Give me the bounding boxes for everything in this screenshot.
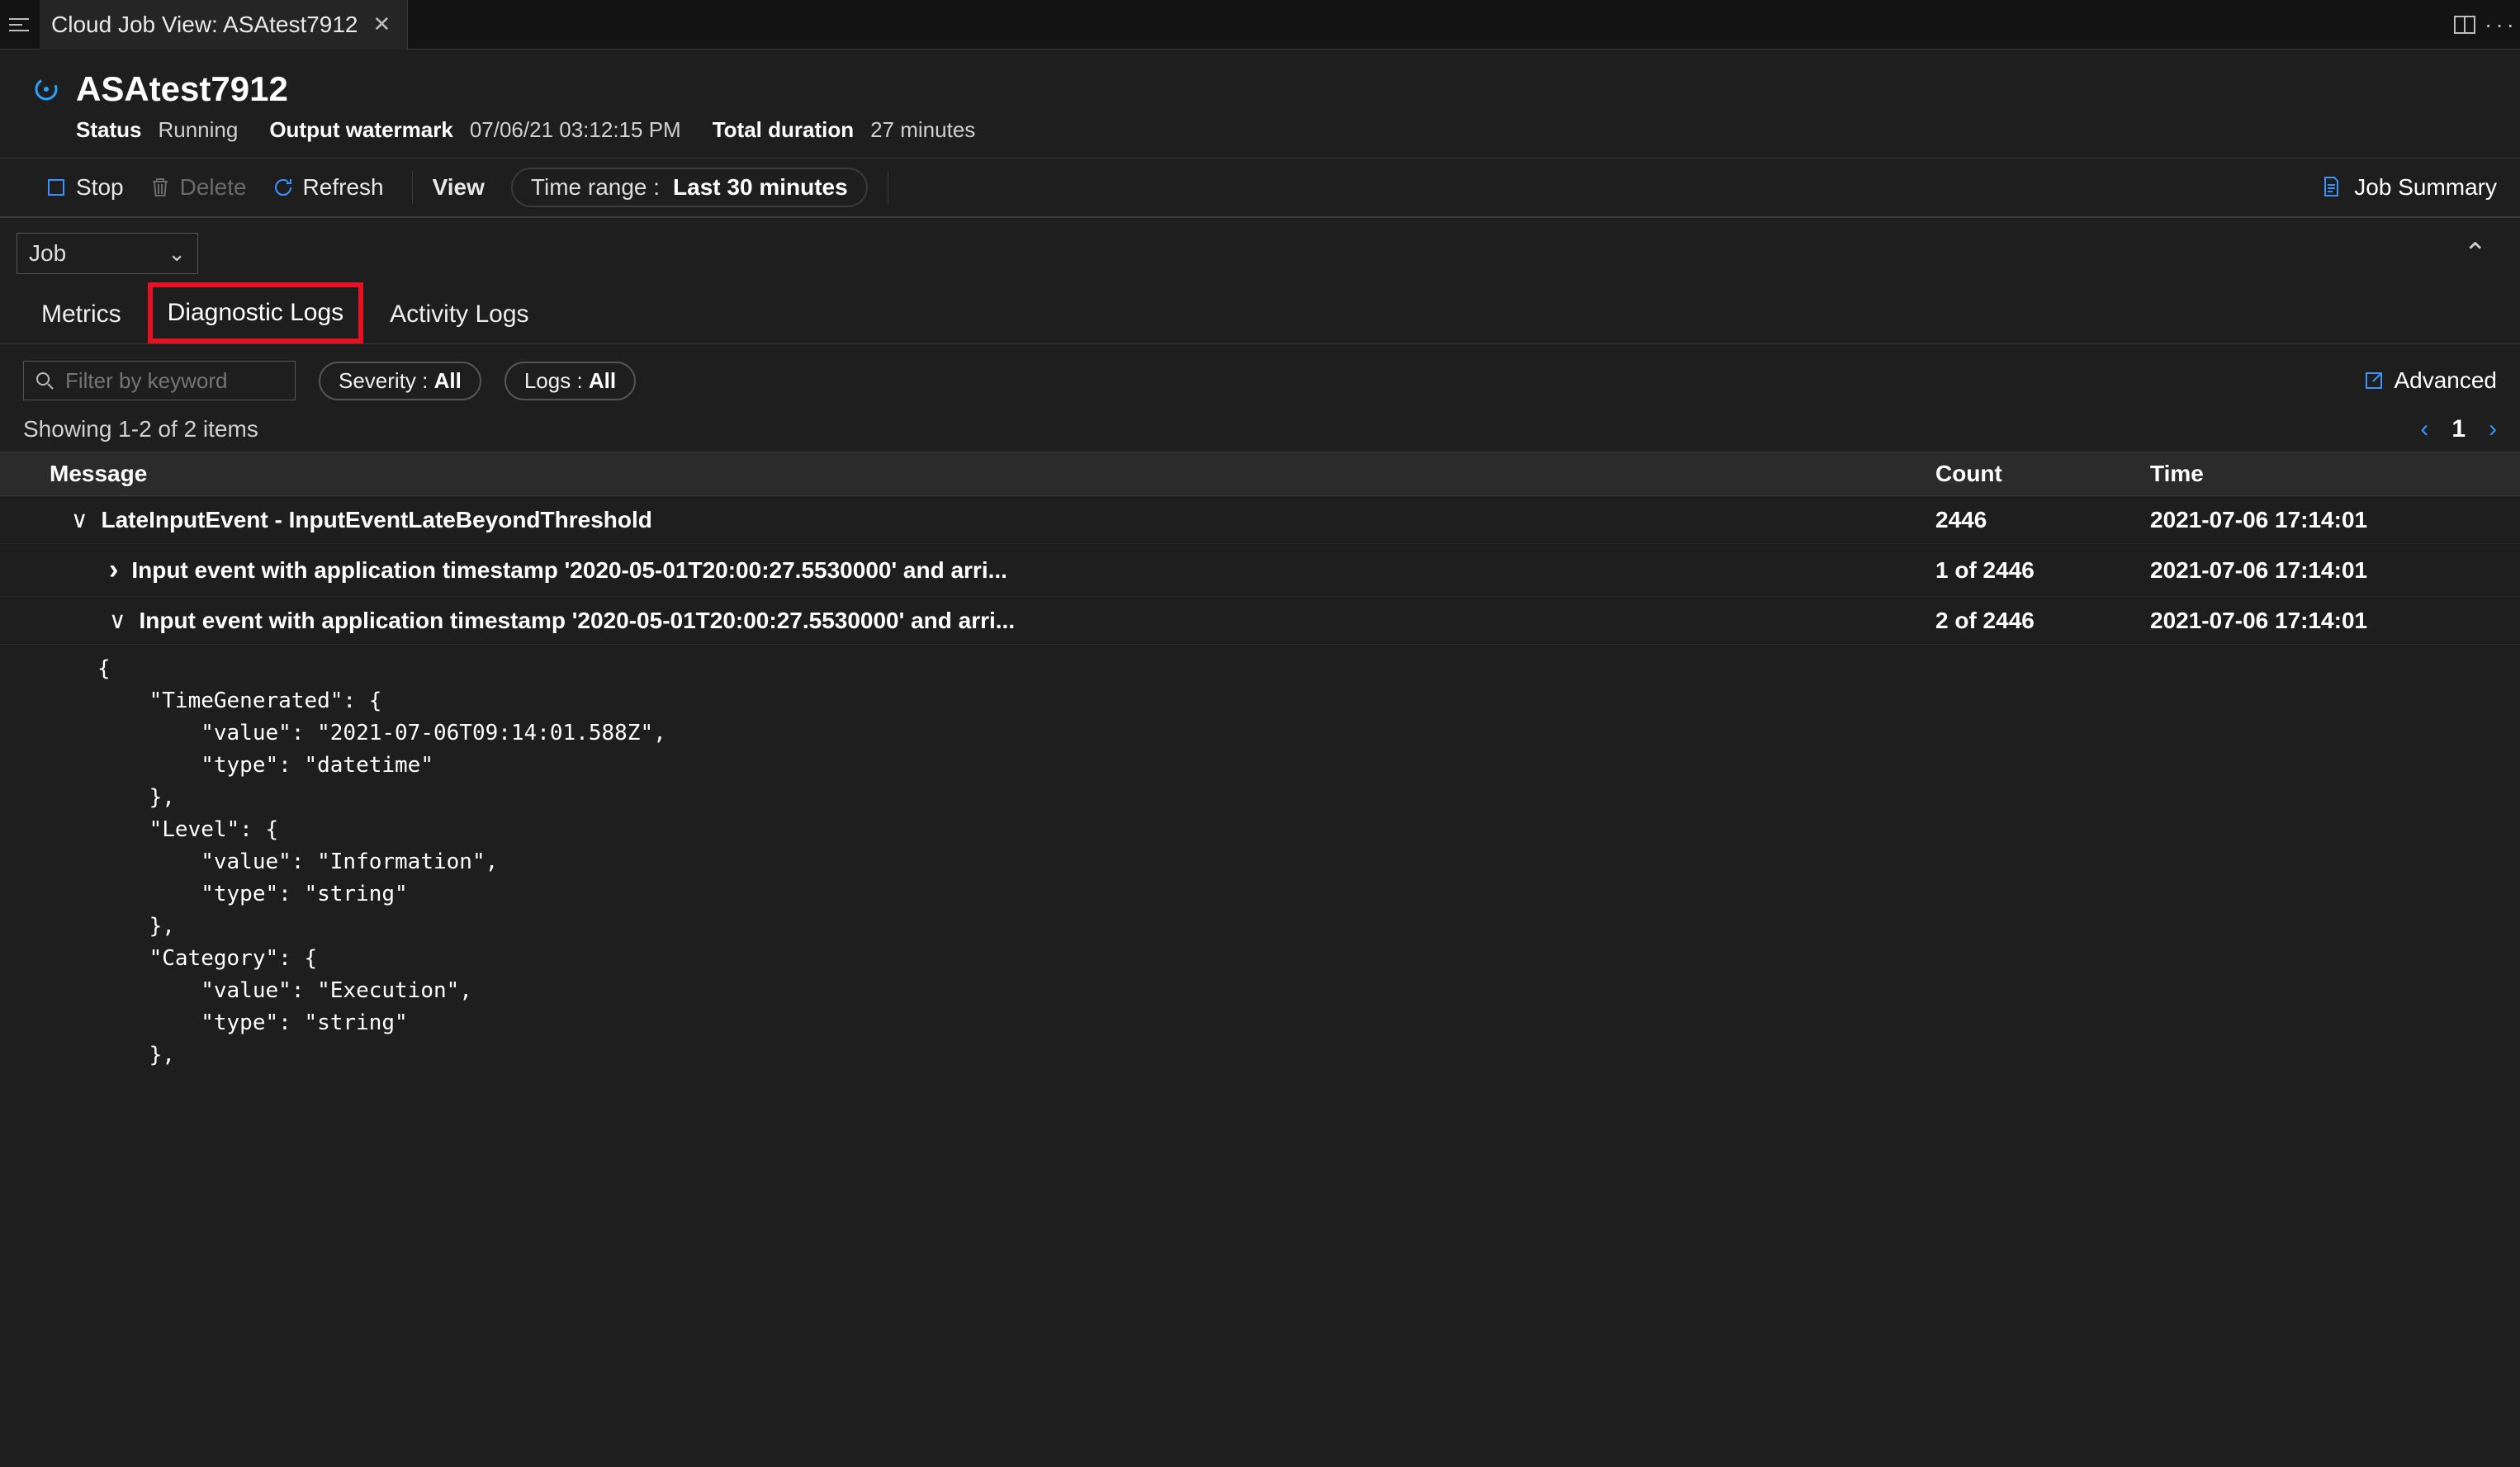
table-row[interactable]: Input event with application timestamp '… xyxy=(0,544,2520,597)
tab-diagnostic-logs[interactable]: Diagnostic Logs xyxy=(148,282,363,343)
log-tabs: Metrics Diagnostic Logs Activity Logs xyxy=(0,274,2520,344)
toolbar-separator xyxy=(412,171,413,204)
table-row[interactable]: LateInputEvent - InputEventLateBeyondThr… xyxy=(0,496,2520,544)
time-range-label: Time range : xyxy=(531,174,660,201)
stop-button[interactable]: Stop xyxy=(36,171,132,204)
editor-tabbar: Cloud Job View: ASAtest7912 ✕ ··· xyxy=(0,0,2520,50)
summary-icon xyxy=(2319,175,2344,200)
stop-icon xyxy=(45,176,68,199)
status-value: Running xyxy=(158,117,238,143)
filter-input[interactable] xyxy=(64,367,283,395)
delete-button: Delete xyxy=(140,171,255,204)
chevron-down-icon[interactable] xyxy=(109,607,126,634)
job-header: ASAtest7912 Status Running Output waterm… xyxy=(0,50,2520,159)
toolbar: Stop Delete Refresh View Time range : xyxy=(0,159,2520,218)
duration-label: Total duration xyxy=(713,117,854,143)
logs-pill[interactable]: Logs : All xyxy=(504,362,636,400)
severity-label: Severity : xyxy=(339,368,428,393)
severity-pill[interactable]: Severity : All xyxy=(319,362,481,400)
close-icon[interactable]: ✕ xyxy=(368,10,396,39)
scope-bar: Job ⌄ ⌃ xyxy=(0,218,2520,274)
trash-icon xyxy=(149,176,172,199)
scope-value: Job xyxy=(29,240,66,267)
logs-label: Logs : xyxy=(524,368,583,393)
row-count: 1 of 2446 xyxy=(1935,557,2150,584)
time-range-value: Last 30 minutes xyxy=(673,174,848,201)
external-icon xyxy=(2364,371,2384,390)
filter-row: Severity : All Logs : All Advanced xyxy=(0,344,2520,409)
next-page[interactable]: › xyxy=(2489,415,2497,443)
time-range-pill[interactable]: Time range : Last 30 minutes xyxy=(511,168,868,207)
row-message: LateInputEvent - InputEventLateBeyondThr… xyxy=(102,507,652,533)
job-summary-link[interactable]: Job Summary xyxy=(2354,174,2497,201)
more-icon[interactable]: ··· xyxy=(2490,14,2512,35)
pager: ‹ 1 › xyxy=(2420,415,2497,443)
search-icon xyxy=(36,371,54,390)
page-number: 1 xyxy=(2451,415,2466,443)
app-root: Cloud Job View: ASAtest7912 ✕ ··· ASAtes… xyxy=(0,0,2520,1467)
showing-text: Showing 1-2 of 2 items xyxy=(23,416,258,442)
row-message: Input event with application timestamp '… xyxy=(131,557,1007,584)
prev-page[interactable]: ‹ xyxy=(2420,415,2428,443)
row-time: 2021-07-06 17:14:01 xyxy=(2150,608,2497,634)
col-time: Time xyxy=(2150,461,2497,487)
watermark-label: Output watermark xyxy=(269,117,453,143)
advanced-label: Advanced xyxy=(2394,367,2497,394)
align-icon[interactable] xyxy=(8,14,30,35)
stream-analytics-icon xyxy=(31,74,61,104)
stop-label: Stop xyxy=(76,174,124,201)
severity-value: All xyxy=(434,368,462,393)
chevron-down-icon: ⌄ xyxy=(168,241,186,267)
filter-search[interactable] xyxy=(23,361,296,400)
scope-select[interactable]: Job ⌄ xyxy=(17,233,198,274)
watermark-value: 07/06/21 03:12:15 PM xyxy=(470,117,681,143)
row-message: Input event with application timestamp '… xyxy=(140,608,1016,634)
result-info: Showing 1-2 of 2 items ‹ 1 › xyxy=(0,409,2520,452)
editor-tab-title: Cloud Job View: ASAtest7912 xyxy=(51,12,358,38)
refresh-button[interactable]: Refresh xyxy=(263,171,392,204)
advanced-link[interactable]: Advanced xyxy=(2364,367,2497,394)
chevron-right-icon[interactable] xyxy=(109,554,118,586)
view-label[interactable]: View xyxy=(433,174,485,201)
row-count: 2 of 2446 xyxy=(1935,608,2150,634)
duration-value: 27 minutes xyxy=(870,117,975,143)
tab-metrics[interactable]: Metrics xyxy=(23,286,140,343)
refresh-label: Refresh xyxy=(303,174,384,201)
logs-value: All xyxy=(589,368,616,393)
tab-activity-logs[interactable]: Activity Logs xyxy=(372,286,547,343)
row-time: 2021-07-06 17:14:01 xyxy=(2150,507,2497,533)
table-header: Message Count Time xyxy=(0,452,2520,496)
collapse-panel-icon[interactable]: ⌃ xyxy=(2447,237,2504,270)
table-row[interactable]: Input event with application timestamp '… xyxy=(0,597,2520,645)
delete-label: Delete xyxy=(180,174,247,201)
editor-tab[interactable]: Cloud Job View: ASAtest7912 ✕ xyxy=(40,0,408,50)
col-message: Message xyxy=(23,461,1935,487)
split-editor-icon[interactable] xyxy=(2454,14,2475,35)
status-label: Status xyxy=(76,117,141,143)
chevron-down-icon[interactable] xyxy=(71,506,88,533)
row-detail-json: { "TimeGenerated": { "value": "2021-07-0… xyxy=(0,645,2520,1072)
row-time: 2021-07-06 17:14:01 xyxy=(2150,557,2497,584)
row-count: 2446 xyxy=(1935,507,2150,533)
job-title: ASAtest7912 xyxy=(76,69,288,109)
col-count: Count xyxy=(1935,461,2150,487)
refresh-icon xyxy=(272,176,295,199)
